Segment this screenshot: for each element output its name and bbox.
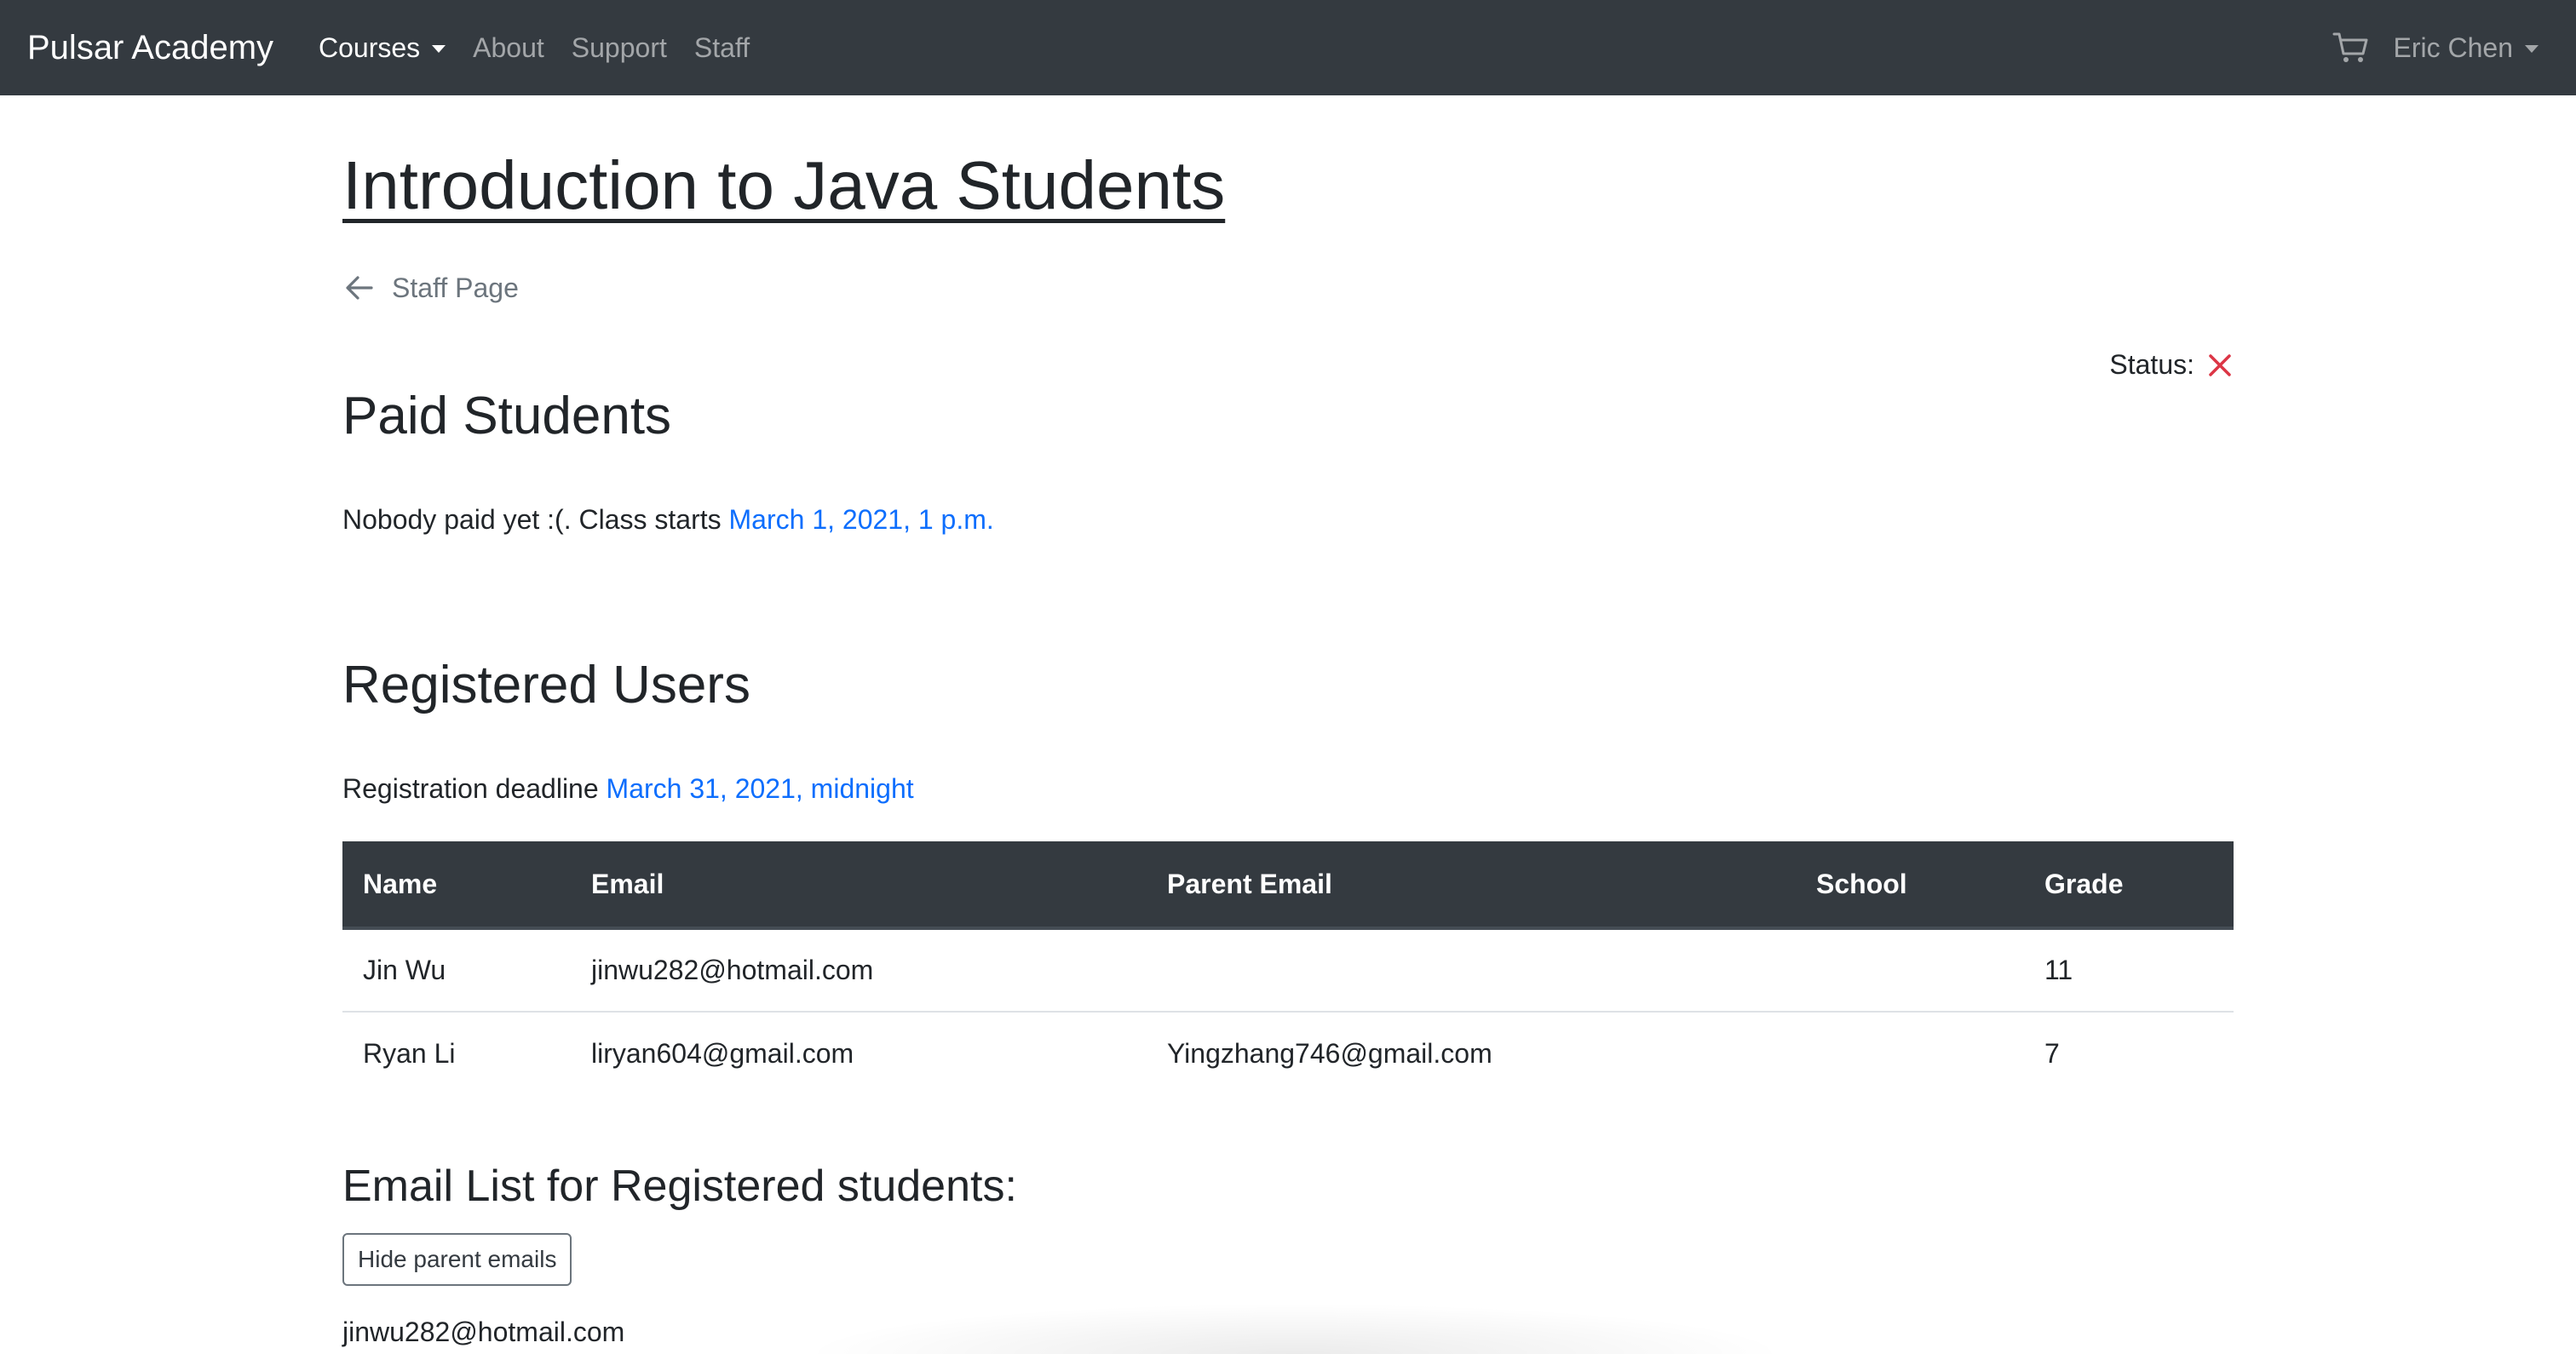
cell-parent-email: Yingzhang746@gmail.com xyxy=(1167,1038,1492,1069)
cell-email: jinwu282@hotmail.com xyxy=(571,928,1147,1013)
status-label: Status: xyxy=(2109,349,2194,380)
column-header-parent-email: Parent Email xyxy=(1147,841,1796,930)
nav-courses-dropdown[interactable]: Courses xyxy=(319,32,446,64)
email-list-heading: Email List for Registered students: xyxy=(342,1162,1017,1211)
cell-name: Ryan Li xyxy=(363,1038,456,1069)
table-row: Ryan Li liryan604@gmail.com Yingzhang746… xyxy=(342,1012,2234,1095)
cell-name: Jin Wu xyxy=(342,928,571,1013)
nav-right: Eric Chen xyxy=(2332,0,2539,95)
nav-links: Courses About Support Staff xyxy=(319,0,750,95)
paid-message: Nobody paid yet :(. Class starts xyxy=(342,504,729,535)
deadline-label: Registration deadline xyxy=(342,773,607,804)
column-header-name: Name xyxy=(342,841,571,930)
cell-parent-email xyxy=(1147,928,1796,1013)
column-header-school: School xyxy=(1796,841,2024,930)
column-header-email: Email xyxy=(571,841,1147,930)
table-header-row: Name Email Parent Email School Grade xyxy=(342,841,2234,930)
nav-about[interactable]: About xyxy=(473,32,544,64)
registered-users-table: Name Email Parent Email School Grade Jin… xyxy=(342,841,2234,1095)
arrow-left-icon xyxy=(346,276,373,300)
cell-school xyxy=(1796,1012,2024,1095)
table-row: Jin Wu jinwu282@hotmail.com 11 xyxy=(342,928,2234,1013)
cell-school xyxy=(1796,928,2024,1013)
cell-email: liryan604@gmail.com xyxy=(591,1038,854,1069)
page-title[interactable]: Introduction to Java Students xyxy=(342,145,1225,227)
caret-down-icon xyxy=(432,44,446,53)
paid-students-heading: Paid Students xyxy=(342,387,672,445)
email-list-item: jinwu282@hotmail.com xyxy=(342,1317,625,1347)
bottom-scroll-shadow xyxy=(801,1303,1789,1354)
paid-status-text: Nobody paid yet :(. Class starts March 1… xyxy=(342,504,994,536)
nav-support[interactable]: Support xyxy=(572,32,667,64)
close-icon xyxy=(2209,353,2231,376)
registration-deadline-text: Registration deadline March 31, 2021, mi… xyxy=(342,773,914,805)
nav-courses-label: Courses xyxy=(319,32,421,63)
back-to-staff-link[interactable]: Staff Page xyxy=(342,271,519,305)
class-start-date-link[interactable]: March 1, 2021, 1 p.m. xyxy=(729,504,994,535)
cell-grade: 11 xyxy=(2024,928,2234,1013)
column-header-grade: Grade xyxy=(2024,841,2234,930)
back-link-label: Staff Page xyxy=(392,272,519,303)
brand-logo[interactable]: Pulsar Academy xyxy=(27,0,273,95)
top-navbar: Pulsar Academy Courses About Support Sta… xyxy=(0,0,2576,95)
hide-parent-emails-button[interactable]: Hide parent emails xyxy=(342,1233,572,1286)
registered-users-heading: Registered Users xyxy=(342,656,750,714)
cell-grade: 7 xyxy=(2044,1038,2060,1069)
user-menu-dropdown[interactable]: Eric Chen xyxy=(2394,32,2539,64)
user-name: Eric Chen xyxy=(2393,32,2514,63)
nav-staff[interactable]: Staff xyxy=(694,32,750,64)
registration-deadline-link[interactable]: March 31, 2021, midnight xyxy=(607,773,914,804)
status-indicator: Status: xyxy=(2109,349,2234,381)
cart-icon[interactable] xyxy=(2332,31,2370,65)
caret-down-icon xyxy=(2525,44,2539,53)
